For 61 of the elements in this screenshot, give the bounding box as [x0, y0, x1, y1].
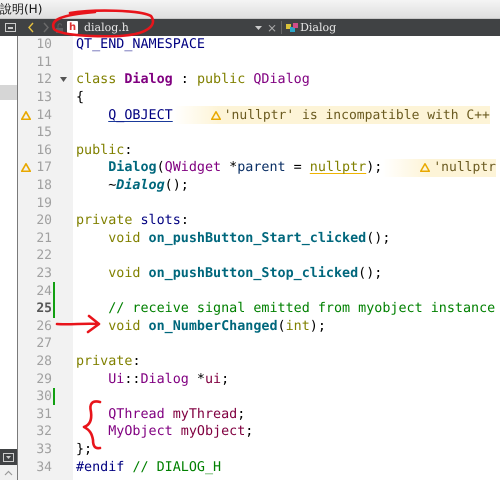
code-line: ~Dialog();	[107, 178, 189, 194]
line-number: 10	[35, 37, 52, 52]
line-number: 12	[35, 72, 52, 88]
symbol-selector[interactable]: Dialog	[286, 21, 336, 34]
line-number: 22	[35, 248, 52, 264]
code-line: void on_pushButton_Start_clicked();	[107, 230, 390, 246]
line-number: 15	[35, 125, 52, 140]
warning-icon	[210, 110, 221, 120]
line-number: 28	[35, 354, 52, 369]
code-line: MyObject myObject;	[107, 424, 254, 440]
line-number: 19	[35, 196, 52, 211]
line-number: 11	[35, 54, 52, 70]
panel-toggle-icon[interactable]	[3, 452, 14, 462]
code-line: class Dialog : public QDialog	[75, 72, 310, 88]
warning-icon	[420, 163, 430, 172]
line-number: 31	[35, 406, 52, 422]
line-number: 32	[35, 424, 52, 440]
line-number: 13	[35, 90, 52, 106]
warning-icon[interactable]	[21, 163, 31, 172]
file-selector[interactable]: h dialog.h	[67, 20, 255, 35]
header-file-icon: h	[67, 21, 78, 34]
code-line: Ui::Dialog *ui;	[107, 372, 230, 387]
code-line: // receive signal emitted from myobject instance	[107, 301, 496, 316]
code-line: Dialog(QWidget *parent = nullptr);	[107, 160, 382, 176]
line-number: 34	[35, 460, 52, 475]
code-line: };	[75, 442, 92, 457]
menu-item[interactable]: 說明(H)	[0, 0, 48, 18]
code-line: public:	[75, 142, 132, 158]
line-number: 16	[35, 142, 52, 158]
line-number: 27	[35, 336, 52, 352]
fold-icon[interactable]	[60, 77, 67, 82]
window-icon[interactable]	[5, 23, 16, 32]
lock-icon[interactable]	[56, 22, 64, 32]
code-line: void on_NumberChanged(int);	[107, 318, 326, 334]
code-line: #endif // DIALOG_H	[75, 460, 222, 475]
code-line: {	[75, 90, 84, 106]
line-number: 30	[35, 389, 52, 404]
line-number: 21	[35, 230, 52, 246]
line-number: 17	[35, 160, 52, 176]
line-number: 14	[35, 108, 52, 123]
warning-icon[interactable]	[21, 110, 31, 120]
line-number: 24	[35, 284, 52, 299]
code-line: QThread myThread;	[107, 406, 246, 422]
arrow-annotation	[56, 314, 100, 334]
code-line: Q_OBJECT	[107, 108, 173, 123]
code-line: QT_END_NAMESPACE	[75, 37, 205, 52]
code-line: void on_pushButton_Stop_clicked();	[107, 266, 382, 282]
line-number: 25	[35, 301, 52, 316]
close-button[interactable]: ×	[267, 20, 278, 34]
line-number: 20	[35, 213, 52, 228]
line-number: 33	[35, 442, 52, 457]
back-icon[interactable]	[27, 22, 35, 33]
dropdown-icon[interactable]	[255, 26, 262, 30]
scroll-up-icon[interactable]	[4, 470, 13, 476]
class-icon	[286, 22, 298, 33]
code-line: private:	[75, 354, 140, 369]
line-number: 23	[35, 266, 52, 282]
line-number: 26	[35, 318, 52, 334]
line-number: 29	[35, 372, 52, 387]
line-number: 18	[35, 178, 52, 194]
code-line: private slots:	[75, 213, 189, 228]
